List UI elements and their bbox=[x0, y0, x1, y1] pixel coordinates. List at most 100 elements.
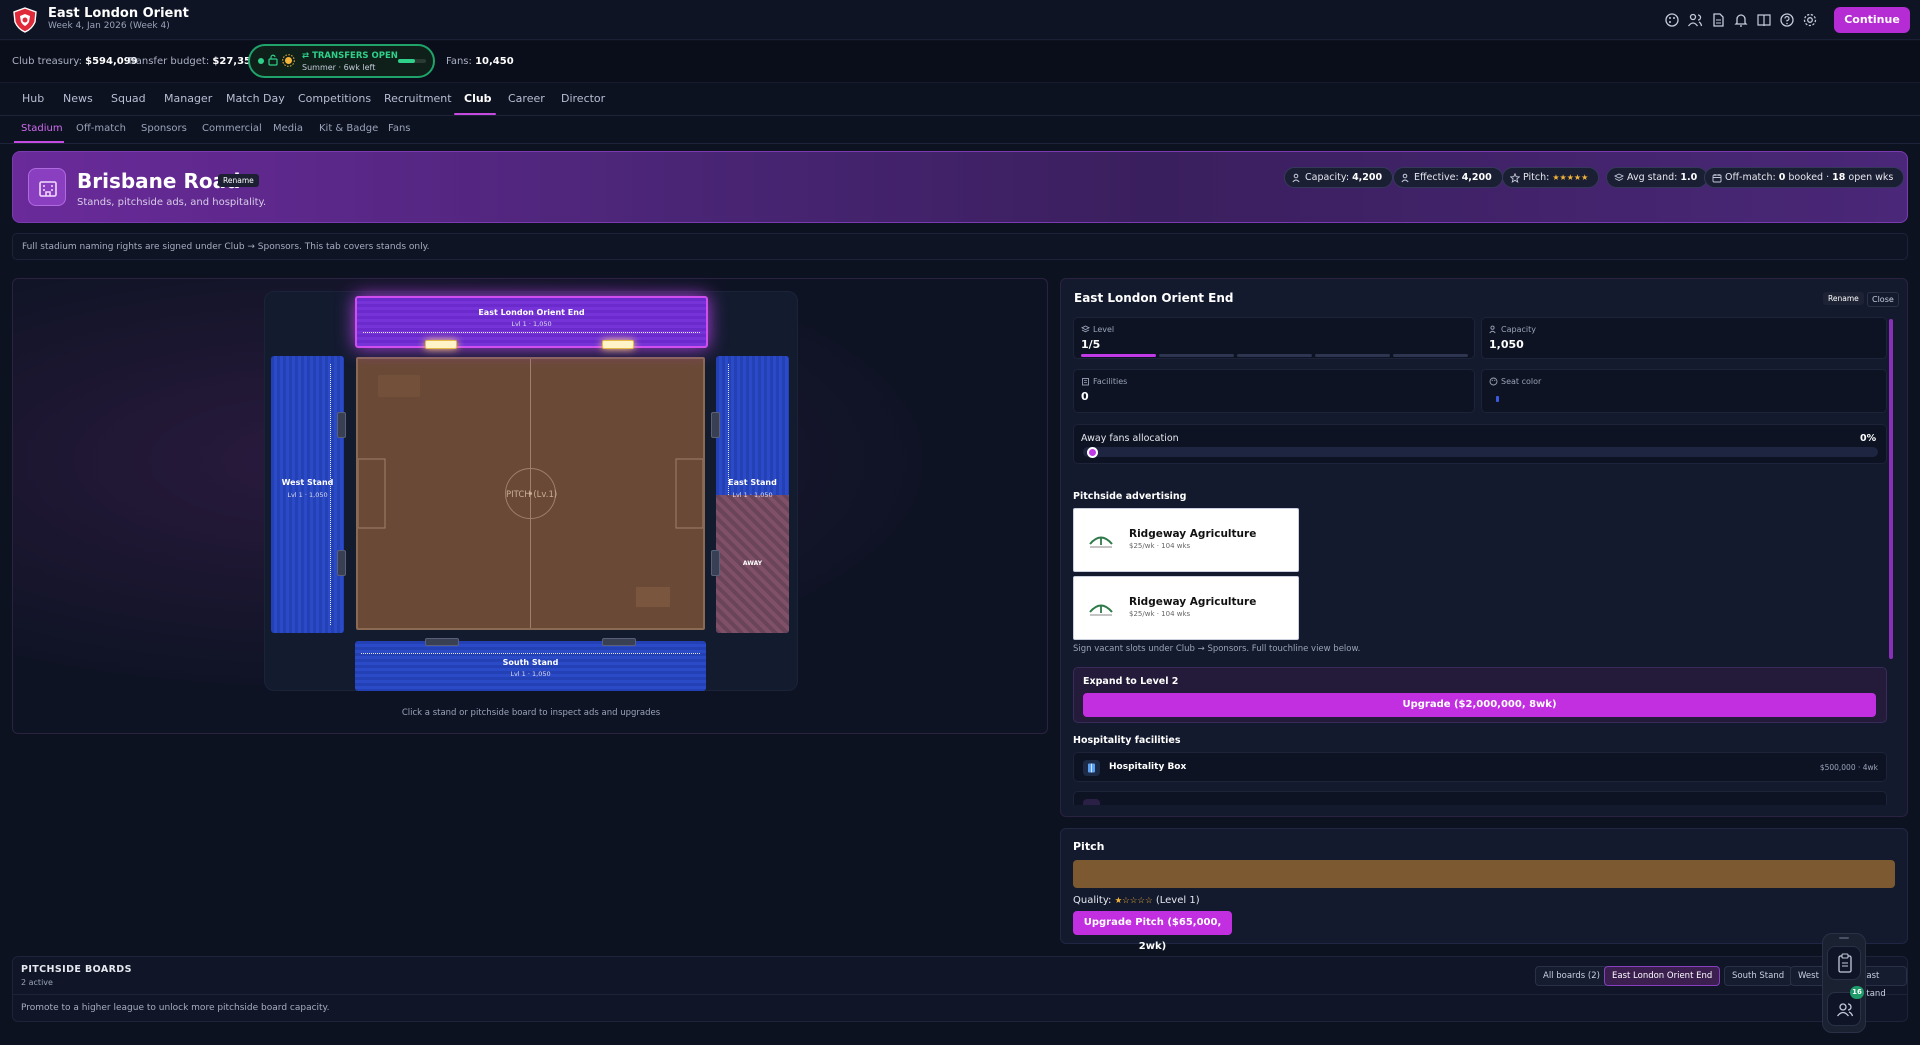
nav-career[interactable]: Career bbox=[508, 92, 545, 105]
level-value: 1/5 bbox=[1081, 338, 1101, 351]
filter-all-boards[interactable]: All boards (2) bbox=[1535, 966, 1608, 986]
capacity-chip-label: Capacity: bbox=[1305, 172, 1350, 183]
pitchside-boards-panel: PITCHSIDE BOARDS 2 active Promote to a h… bbox=[12, 956, 1908, 1022]
away-fans-slider[interactable] bbox=[1083, 447, 1878, 457]
building-icon bbox=[1081, 377, 1090, 386]
pitchside-board-slot[interactable] bbox=[337, 550, 346, 576]
stand-south[interactable]: South Stand Lvl 1 · 1,050 bbox=[355, 641, 706, 691]
ad-board-card[interactable]: Ridgeway Agriculture $25/wk · 104 wks bbox=[1073, 576, 1299, 640]
boards-title: PITCHSIDE BOARDS bbox=[21, 964, 132, 975]
filter-south-stand[interactable]: South Stand bbox=[1724, 966, 1793, 986]
ad-board-card[interactable]: Ridgeway Agriculture $25/wk · 104 wks bbox=[1073, 508, 1299, 572]
nav-active-indicator bbox=[454, 113, 496, 115]
upgrade-pitch-button[interactable]: Upgrade Pitch ($65,000, 2wk) bbox=[1073, 911, 1232, 952]
upgrade-stand-button[interactable]: Upgrade ($2,000,000, 8wk) bbox=[1083, 693, 1876, 717]
rename-stand-button[interactable]: Rename bbox=[1823, 292, 1864, 305]
pitchside-board[interactable] bbox=[602, 340, 634, 349]
palette-icon bbox=[1489, 377, 1498, 386]
nav-director[interactable]: Director bbox=[561, 92, 605, 105]
nav-club[interactable]: Club bbox=[464, 92, 492, 105]
help-icon[interactable] bbox=[1779, 12, 1795, 28]
off-match-label: Off-match: bbox=[1725, 172, 1776, 183]
tab-media[interactable]: Media bbox=[273, 123, 303, 134]
boards-note: Promote to a higher league to unlock mor… bbox=[21, 1003, 330, 1013]
ads-note: Sign vacant slots under Club → Sponsors.… bbox=[1073, 644, 1361, 654]
nav-competitions[interactable]: Competitions bbox=[298, 92, 371, 105]
avg-stand-label: Avg stand: bbox=[1627, 172, 1678, 183]
pitchside-board-slot[interactable] bbox=[425, 638, 459, 646]
settings-icon[interactable] bbox=[1802, 12, 1818, 28]
nav-news[interactable]: News bbox=[63, 92, 93, 105]
pitchside-board-slot[interactable] bbox=[602, 638, 636, 646]
stand-east-london-orient-end[interactable]: East London Orient End Lvl 1 · 1,050 bbox=[355, 296, 708, 348]
level-segment bbox=[1393, 354, 1468, 357]
people-icon[interactable] bbox=[1687, 12, 1703, 28]
nav-hub[interactable]: Hub bbox=[22, 92, 44, 105]
level-segment bbox=[1159, 354, 1234, 357]
close-button[interactable]: Close bbox=[1867, 292, 1899, 307]
transfer-budget: Transfer budget: $27,357 bbox=[127, 56, 258, 67]
hospitality-heading: Hospitality facilities bbox=[1073, 735, 1181, 746]
game-date: Week 4, Jan 2026 (Week 4) bbox=[48, 21, 170, 31]
level-segment bbox=[1315, 354, 1390, 357]
nav-manager[interactable]: Manager bbox=[164, 92, 212, 105]
notice-text: Full stadium naming rights are signed un… bbox=[22, 242, 430, 252]
away-fans-card: Away fans allocation 0% bbox=[1073, 424, 1887, 464]
pitchside-board-slot[interactable] bbox=[337, 412, 346, 438]
book-icon[interactable] bbox=[1756, 12, 1772, 28]
pitch-quality-stars: ★☆☆☆☆ bbox=[1114, 896, 1153, 906]
nav-squad[interactable]: Squad bbox=[111, 92, 146, 105]
transfers-title: ⇄ TRANSFERS OPEN bbox=[302, 51, 398, 61]
pitchside-board[interactable] bbox=[425, 340, 457, 349]
filter-east-london-orient-end[interactable]: East London Orient End bbox=[1604, 966, 1721, 986]
clipboard-button[interactable] bbox=[1827, 946, 1861, 980]
capacity-chip-value: 4,200 bbox=[1352, 172, 1383, 183]
stand-name: East London Orient End bbox=[478, 308, 585, 317]
ridgeway-logo-icon bbox=[1088, 597, 1114, 619]
pitch-quality: Quality: ★☆☆☆☆ (Level 1) bbox=[1073, 895, 1200, 906]
capacity-value: 1,050 bbox=[1489, 338, 1524, 351]
nav-recruitment[interactable]: Recruitment bbox=[384, 92, 452, 105]
pitch-label: PITCH (Lv.1) bbox=[506, 490, 558, 500]
pitch-panel-title: Pitch bbox=[1073, 840, 1105, 853]
rename-stadium-button[interactable]: Rename bbox=[218, 174, 259, 187]
seat-color-swatch[interactable] bbox=[1496, 396, 1499, 402]
palette-icon[interactable] bbox=[1664, 12, 1680, 28]
pitchside-board-slot[interactable] bbox=[711, 412, 720, 438]
clipboard-icon bbox=[1838, 953, 1852, 973]
hospitality-row-partial[interactable] bbox=[1073, 791, 1887, 805]
pitchside-board-slot[interactable] bbox=[711, 550, 720, 576]
club-crest-icon[interactable] bbox=[12, 7, 38, 33]
drag-handle[interactable] bbox=[1839, 937, 1849, 939]
stand-west[interactable]: West Stand Lvl 1 · 1,050 bbox=[271, 356, 344, 633]
seat-row-divider bbox=[330, 364, 331, 625]
continue-button[interactable]: Continue bbox=[1834, 7, 1910, 33]
facilities-card: Facilities 0 bbox=[1073, 369, 1475, 413]
hospitality-name: Hospitality Box bbox=[1109, 762, 1187, 772]
pitch-quality-label: Quality: bbox=[1073, 895, 1112, 906]
star-icon bbox=[1510, 173, 1520, 183]
tab-kit-badge[interactable]: Kit & Badge bbox=[319, 123, 378, 134]
tab-sponsors[interactable]: Sponsors bbox=[141, 123, 187, 134]
transfer-window-pill[interactable]: ⇄ TRANSFERS OPEN Summer · 6wk left bbox=[248, 44, 435, 78]
tab-stadium[interactable]: Stadium bbox=[21, 123, 63, 134]
tab-commercial[interactable]: Commercial bbox=[202, 123, 262, 134]
document-icon[interactable] bbox=[1710, 12, 1726, 28]
treasury-label: Club treasury: bbox=[12, 56, 82, 67]
away-fans-value: 0% bbox=[1860, 433, 1877, 444]
stadium-icon bbox=[28, 168, 66, 206]
away-fans-slider-handle[interactable] bbox=[1087, 447, 1098, 458]
map-hint: Click a stand or pitchside board to insp… bbox=[401, 708, 661, 718]
hospitality-row[interactable]: Hospitality Box $500,000 · 4wk bbox=[1073, 752, 1887, 782]
scrollbar[interactable] bbox=[1889, 319, 1893, 659]
tab-off-match[interactable]: Off-match bbox=[76, 123, 126, 134]
pitch-panel: Pitch Quality: ★☆☆☆☆ (Level 1) Upgrade P… bbox=[1060, 828, 1908, 952]
seat-color-card[interactable]: Seat color bbox=[1481, 369, 1887, 413]
bell-icon[interactable] bbox=[1733, 12, 1749, 28]
ad-terms: $25/wk · 104 wks bbox=[1129, 610, 1191, 618]
tab-fans[interactable]: Fans bbox=[388, 123, 411, 134]
nav-match-day[interactable]: Match Day bbox=[226, 92, 285, 105]
status-dot bbox=[258, 58, 264, 64]
stand-level: Lvl 1 · 1,050 bbox=[287, 491, 328, 499]
floating-dock bbox=[1822, 933, 1866, 1033]
